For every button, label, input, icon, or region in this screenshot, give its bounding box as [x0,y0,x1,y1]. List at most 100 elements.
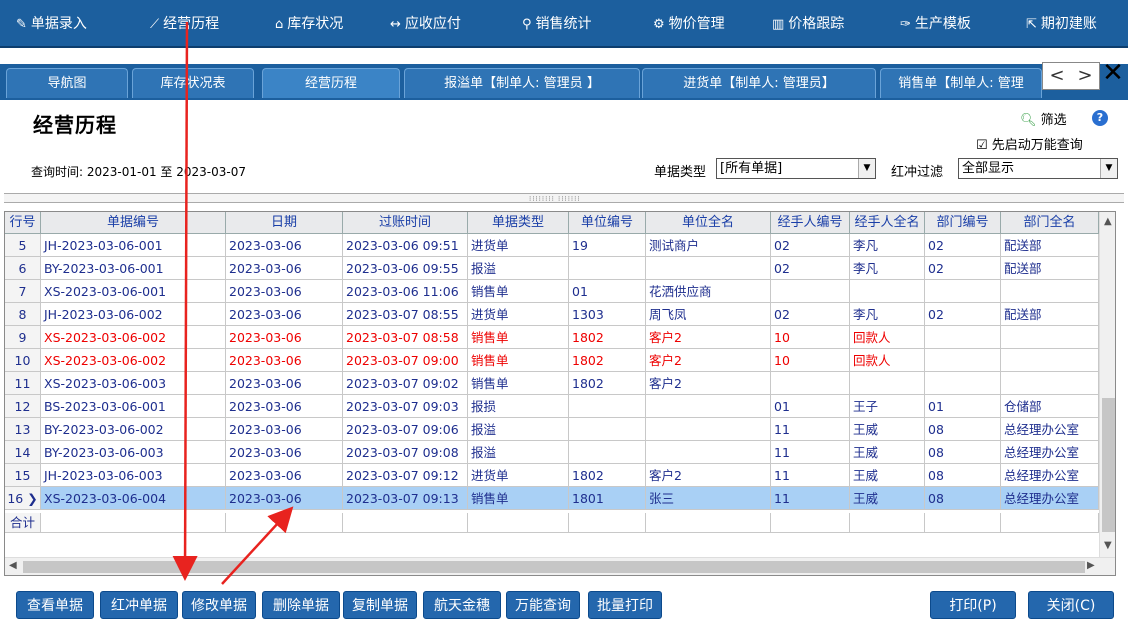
tab-4[interactable]: 进货单【制单人: 管理员】 [642,68,876,98]
table-row[interactable]: 9 XS-2023-03-06-002 2023-03-06 2023-03-07 0… [5,326,1099,349]
menu-item-7[interactable]: ✑ 生产模板 [900,0,971,48]
table-row[interactable]: 11 XS-2023-03-06-003 2023-03-06 2023-03-07 … [5,372,1099,395]
universal-query-button[interactable]: 万能查询 [506,591,580,619]
table-cell: XS-2023-03-06-001 [41,280,226,303]
column-header[interactable]: 单位编号 [569,212,646,234]
row-number: 5 [5,234,41,257]
column-header[interactable]: 单据编号 [41,212,226,234]
doc-type-select[interactable]: [所有单据] ▼ [716,158,876,179]
dropdown-arrow-icon: ▼ [858,159,875,178]
table-cell: 配送部 [1001,303,1099,326]
menu-item-label: 单据录入 [30,16,87,32]
table-cell [925,349,1001,372]
column-header[interactable]: 经手人全名 [850,212,925,234]
delete-doc-button[interactable]: 删除单据 [262,591,340,619]
aisino-button[interactable]: 航天金穗 [423,591,501,619]
table-cell: 11 [771,441,850,464]
table-cell [1001,372,1099,395]
tab-next-icon[interactable]: > [1071,63,1099,89]
table-cell: 1802 [569,349,646,372]
doc-type-value: [所有单据] [720,161,783,176]
table-cell: 2023-03-07 09:12 [343,464,468,487]
table-cell [925,280,1001,303]
vertical-scroll-thumb[interactable] [1102,398,1115,532]
scroll-down-icon[interactable]: ▼ [1104,540,1112,551]
tab-1[interactable]: 库存状况表 [132,68,254,98]
close-tab-icon[interactable]: ✕ [1100,56,1126,90]
external-icon: ⇱ [1026,17,1037,32]
menu-item-5[interactable]: ⚙ 物价管理 [653,0,725,48]
menu-item-6[interactable]: ▥ 价格跟踪 [772,0,844,48]
row-number: 15 [5,464,41,487]
menu-item-label: 销售统计 [535,16,592,32]
table-row[interactable]: 8 JH-2023-03-06-002 2023-03-06 2023-03-07 0… [5,303,1099,326]
vertical-scrollbar[interactable]: ▲ ▼ [1099,212,1115,557]
print-button[interactable]: 打印(P) [930,591,1016,619]
magic-query-checkbox[interactable]: ☑ 先启动万能查询 [976,134,1083,153]
menu-item-3[interactable]: ↔ 应收应付 [390,0,461,48]
close-button[interactable]: 关闭(C) [1028,591,1114,619]
menu-item-2[interactable]: ⌂ 库存状况 [275,0,343,48]
menu-item-1[interactable]: ⟋ 经营历程 [150,0,219,48]
edit-doc-button[interactable]: 修改单据 [182,591,256,619]
scroll-right-icon[interactable]: ▶ [1087,560,1095,571]
tab-0[interactable]: 导航图 [6,68,128,98]
batch-print-button[interactable]: 批量打印 [588,591,662,619]
column-header[interactable]: 经手人编号 [771,212,850,234]
horizontal-scrollbar[interactable]: ◀ ▶ [5,557,1115,575]
menu-item-4[interactable]: ⚲ 销售统计 [522,0,592,48]
menu-item-0[interactable]: ✎ 单据录入 [16,0,87,48]
column-header[interactable]: 单位全名 [646,212,771,234]
filter-link[interactable]: 🔍︎ 筛选 [1020,109,1067,128]
reverse-doc-button[interactable]: 红冲单据 [100,591,178,619]
table-cell: 王威 [850,487,925,510]
table-cell: 02 [771,234,850,257]
table-cell: 测试商户 [646,234,771,257]
table-row[interactable]: 5 JH-2023-03-06-001 2023-03-06 2023-03-06 0… [5,234,1099,257]
table-cell: 报溢 [468,257,569,280]
filter-label: 筛选 [1040,113,1067,128]
view-doc-button[interactable]: 查看单据 [16,591,94,619]
table-row[interactable]: 7 XS-2023-03-06-001 2023-03-06 2023-03-06 1… [5,280,1099,303]
table-row[interactable]: 16 ❯ XS-2023-03-06-004 2023-03-06 2023-03-0… [5,487,1099,510]
column-header[interactable]: 过账时间 [343,212,468,234]
table-cell: 进货单 [468,234,569,257]
scroll-up-icon[interactable]: ▲ [1104,216,1112,227]
tab-prev-icon[interactable]: < [1043,63,1071,89]
table-row[interactable]: 6 BY-2023-03-06-001 2023-03-06 2023-03-06 0… [5,257,1099,280]
panel-splitter[interactable]: ⁞⁞⁞⁞⁞⁞⁞⁞ ⁞⁞⁞⁞⁞⁞⁞ [4,193,1124,203]
edit-icon: ✎ [16,17,27,32]
total-cell [771,513,850,533]
table-row[interactable]: 13 BY-2023-03-06-002 2023-03-06 2023-03-07 … [5,418,1099,441]
table-cell [771,372,850,395]
scroll-left-icon[interactable]: ◀ [9,560,17,571]
table-row[interactable]: 14 BY-2023-03-06-003 2023-03-06 2023-03-07 … [5,441,1099,464]
total-cell [41,513,226,533]
top-menu-bar: ✎ 单据录入 ⟋ 经营历程 ⌂ 库存状况 ↔ 应收应付 ⚲ 销售统计 ⚙ 物价管理 ▥ 价格跟踪 ✑ 生产模板… [0,0,1128,48]
table-cell: 销售单 [468,372,569,395]
tab-3[interactable]: 报溢单【制单人: 管理员 】 [404,68,640,98]
tab-5[interactable]: 销售单【制单人: 管理 [880,68,1042,98]
table-row[interactable]: 15 JH-2023-03-06-003 2023-03-06 2023-03-07 … [5,464,1099,487]
horizontal-scroll-thumb[interactable] [23,561,1085,573]
copy-doc-button[interactable]: 复制单据 [343,591,417,619]
column-header[interactable]: 单据类型 [468,212,569,234]
column-header[interactable]: 部门全名 [1001,212,1099,234]
menu-item-label: 价格跟踪 [788,16,845,32]
table-cell: 李凡 [850,303,925,326]
red-filter-select[interactable]: 全部显示 ▼ [958,158,1118,179]
column-header[interactable]: 日期 [226,212,343,234]
table-cell: 配送部 [1001,234,1099,257]
column-header[interactable]: 部门编号 [925,212,1001,234]
table-row[interactable]: 12 BS-2023-03-06-001 2023-03-06 2023-03-07 … [5,395,1099,418]
menu-item-label: 物价管理 [668,16,725,32]
help-icon[interactable]: ? [1092,110,1108,126]
doc-type-label: 单据类型 [654,165,707,180]
menu-item-8[interactable]: ⇱ 期初建账 [1026,0,1097,48]
table-cell: 2023-03-07 09:02 [343,372,468,395]
column-header[interactable]: 行号 [5,212,41,234]
table-row[interactable]: 10 XS-2023-03-06-002 2023-03-06 2023-03-07 … [5,349,1099,372]
table-cell [850,372,925,395]
table-cell: 王威 [850,464,925,487]
tab-2[interactable]: 经营历程 [262,68,400,98]
